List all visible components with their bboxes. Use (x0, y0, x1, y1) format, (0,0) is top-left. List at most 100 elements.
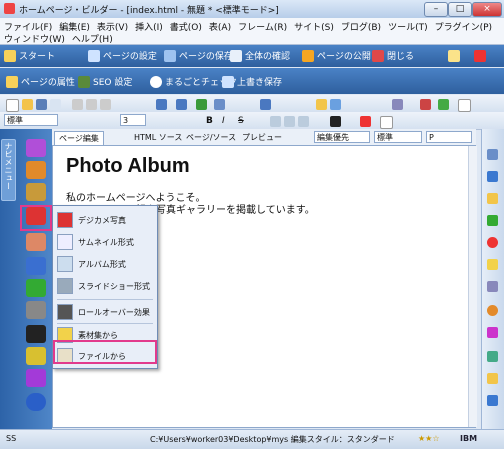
menu-item-slideshow[interactable]: スライドショー形式 (57, 276, 155, 296)
page-attributes-button[interactable]: ページの属性 (6, 75, 75, 88)
tag-select[interactable]: P (426, 131, 472, 143)
strike-icon[interactable]: S (238, 116, 249, 127)
menu-item[interactable]: フレーム(R) (238, 20, 287, 33)
shapes-icon[interactable] (26, 369, 46, 387)
folder-view-icon[interactable] (487, 193, 498, 204)
style-select[interactable]: 標準 (4, 114, 58, 126)
list-icon[interactable] (260, 99, 271, 110)
text-color-icon[interactable] (330, 116, 341, 127)
document-heading[interactable]: Photo Album (66, 155, 190, 178)
table-insert-icon[interactable] (26, 279, 46, 297)
redo-icon[interactable] (176, 99, 187, 110)
tree-icon[interactable] (487, 395, 498, 406)
link-icon[interactable] (26, 183, 46, 201)
minimize-button[interactable]: – (424, 2, 448, 17)
align-right-icon[interactable] (298, 116, 309, 127)
palette-icon[interactable] (487, 215, 498, 226)
table-icon[interactable] (392, 99, 403, 110)
menu-item-thumbnail[interactable]: サムネイル形式 (57, 232, 155, 252)
menu-separator (57, 299, 153, 300)
rating-stars-icon: ★★☆ (418, 434, 440, 443)
tab-style-select[interactable]: 標準 (374, 131, 422, 143)
open-folder-icon[interactable] (22, 99, 33, 110)
help-icon[interactable] (487, 237, 498, 248)
animation-icon[interactable] (26, 257, 46, 275)
tab-html-source[interactable]: HTML ソース (130, 131, 186, 144)
pencil-icon[interactable] (316, 99, 327, 110)
cut-icon[interactable] (72, 99, 83, 110)
ruler-icon[interactable] (487, 281, 498, 292)
navi-menu-tab[interactable]: ナビメニュー (1, 139, 16, 201)
star-icon[interactable] (487, 373, 498, 384)
close-page-button[interactable]: 閉じる (372, 49, 414, 62)
font-size-select[interactable]: 3 (120, 114, 146, 126)
close-page-icon (372, 49, 384, 62)
overview-button[interactable]: 全体の確認 (230, 49, 290, 62)
menu-item[interactable]: 挿入(I) (135, 20, 163, 33)
properties-icon[interactable] (487, 149, 498, 160)
menu-item[interactable]: ツール(T) (388, 20, 428, 33)
edit-icon[interactable] (196, 99, 207, 110)
folder-icon[interactable] (448, 50, 460, 62)
tab-preview[interactable]: プレビュー (238, 131, 286, 144)
start-icon (4, 49, 16, 62)
vertical-scrollbar[interactable] (468, 146, 477, 427)
clock-icon[interactable] (487, 305, 498, 316)
menu-item-rollover[interactable]: ロールオーバー効果 (57, 302, 155, 322)
close-button[interactable]: × (472, 2, 502, 17)
highlight-color-icon[interactable] (360, 116, 371, 127)
box-icon[interactable] (380, 116, 393, 129)
new-file-icon[interactable] (6, 99, 19, 112)
grid-icon[interactable] (458, 99, 471, 112)
view-tabs: ページ編集 HTML ソース ページ/ソース プレビュー 編集優先 標準 P (52, 129, 476, 146)
publish-button[interactable]: ページの公開 (302, 49, 371, 62)
tab-page-source[interactable]: ページ/ソース (182, 131, 240, 144)
note-icon[interactable] (487, 259, 498, 270)
publish-icon (302, 49, 314, 62)
layout-icon[interactable] (438, 99, 449, 110)
align-center-icon[interactable] (284, 116, 295, 127)
menu-item[interactable]: プラグイン(P) (435, 20, 492, 33)
page-save-button[interactable]: ページの保存 (164, 49, 233, 62)
gift-icon[interactable] (474, 50, 486, 62)
seo-settings-button[interactable]: SEO 設定 (78, 75, 132, 88)
folder-open-icon[interactable] (26, 347, 46, 365)
menu-item[interactable]: ブログ(B) (341, 20, 381, 33)
layer-icon[interactable] (487, 351, 498, 362)
menu-item[interactable]: ウィンドウ(W) (4, 32, 65, 45)
add-icon[interactable] (26, 393, 46, 411)
media-icon[interactable] (26, 325, 46, 343)
menu-item-digicam[interactable]: デジカメ写真 (57, 210, 155, 230)
paste-icon[interactable] (100, 99, 111, 110)
maximize-button[interactable]: □ (448, 2, 472, 17)
italic-icon[interactable]: I (222, 116, 233, 127)
start-button[interactable]: スタート (4, 49, 55, 62)
tab-page-edit[interactable]: ページ編集 (54, 131, 104, 145)
undo-icon[interactable] (156, 99, 167, 110)
menu-item-album[interactable]: アルバム形式 (57, 254, 155, 274)
bold-icon[interactable]: B (206, 116, 217, 127)
thumbnail-icon (57, 234, 73, 250)
parts-icon[interactable] (26, 161, 46, 179)
edit-mode-select[interactable]: 編集優先 (314, 131, 370, 143)
image-icon[interactable] (330, 99, 341, 110)
plugin-icon[interactable] (420, 99, 431, 110)
overwrite-save-button[interactable]: 上書き保存 (222, 75, 282, 88)
form-icon[interactable] (26, 301, 46, 319)
menu-item[interactable]: 書式(O) (170, 20, 202, 33)
find-icon[interactable] (214, 99, 225, 110)
background-icon[interactable] (26, 233, 46, 251)
align-left-icon[interactable] (270, 116, 281, 127)
quick-toolbar: スタート ページの設定 ページの保存 全体の確認 ページの公開 閉じる (0, 45, 504, 67)
effects-icon[interactable] (487, 327, 498, 338)
page-settings-button[interactable]: ページの設定 (88, 49, 157, 62)
picture-icon-highlight (20, 205, 52, 231)
menu-item[interactable]: ヘルプ(H) (72, 32, 113, 45)
menu-item[interactable]: 表(A) (209, 20, 231, 33)
copy-icon[interactable] (86, 99, 97, 110)
text-art-icon[interactable] (26, 139, 46, 157)
menu-item[interactable]: サイト(S) (294, 20, 334, 33)
site-icon[interactable] (487, 171, 498, 182)
print-icon[interactable] (50, 99, 61, 110)
save-disk-icon[interactable] (36, 99, 47, 110)
